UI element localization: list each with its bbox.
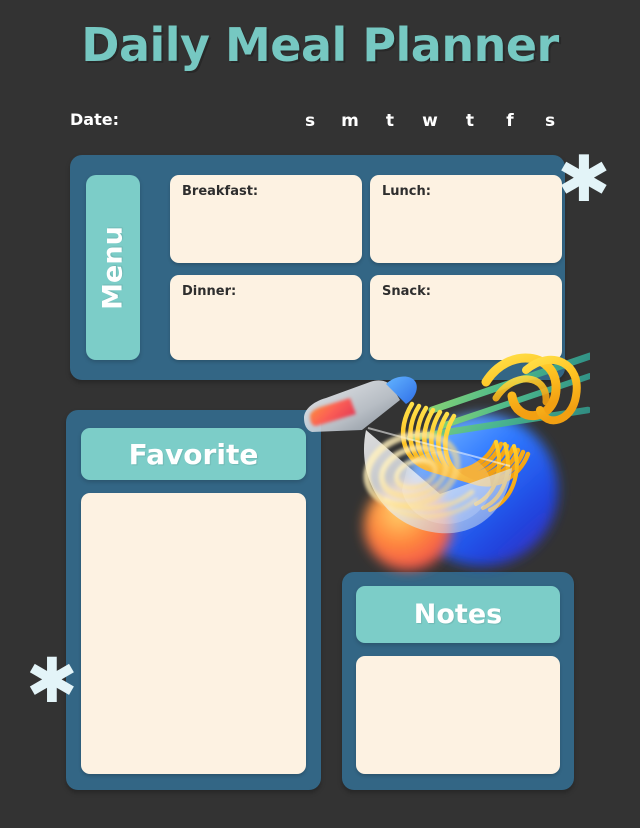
noodle-strands: [400, 401, 531, 487]
menu-panel: Menu Breakfast: Lunch: Dinner: Snack:: [70, 155, 565, 380]
dinner-label: Dinner:: [182, 284, 237, 299]
weekday-tuesday[interactable]: t: [370, 111, 410, 131]
page-title: Daily Meal Planner: [81, 18, 559, 72]
orange-sphere: [364, 482, 452, 570]
weekday-friday[interactable]: f: [490, 111, 530, 131]
date-row: Date: s m t w t f s: [70, 110, 570, 136]
date-label: Date:: [70, 110, 119, 129]
meal-planner-page: Daily Meal Planner Date: s m t w t f s M…: [0, 0, 640, 828]
weekday-selector[interactable]: s m t w t f s: [290, 111, 570, 131]
snack-card[interactable]: Snack:: [370, 275, 562, 360]
asterisk-icon-bottom-left: ✱: [26, 644, 78, 717]
weekday-saturday[interactable]: s: [530, 111, 570, 131]
lunch-label: Lunch:: [382, 184, 431, 199]
asterisk-icon-top-right: ✱: [557, 143, 611, 217]
menu-tab-label: Menu: [97, 225, 129, 310]
favorite-header: Favorite: [81, 428, 306, 480]
noodle-bowl: [363, 427, 512, 534]
blue-sphere: [406, 414, 558, 566]
menu-tab: Menu: [86, 175, 140, 360]
weekday-sunday[interactable]: s: [290, 111, 330, 131]
dinner-card[interactable]: Dinner:: [170, 275, 362, 360]
noodle-tips: [474, 440, 519, 512]
lunch-card[interactable]: Lunch:: [370, 175, 562, 263]
breakfast-label: Breakfast:: [182, 184, 259, 199]
weekday-wednesday[interactable]: w: [410, 111, 450, 131]
favorite-panel: Favorite: [66, 410, 321, 790]
notes-header-label: Notes: [413, 599, 503, 630]
favorite-header-label: Favorite: [128, 437, 259, 471]
notes-input-area[interactable]: [356, 656, 560, 774]
favorite-input-area[interactable]: [81, 493, 306, 774]
notes-panel: Notes: [342, 572, 574, 790]
snack-label: Snack:: [382, 284, 431, 299]
weekday-monday[interactable]: m: [330, 111, 370, 131]
notes-header: Notes: [356, 586, 560, 643]
breakfast-card[interactable]: Breakfast:: [170, 175, 362, 263]
bowl-noodle-swirl: [363, 431, 479, 519]
bowl-highlight: [402, 451, 491, 524]
weekday-thursday[interactable]: t: [450, 111, 490, 131]
